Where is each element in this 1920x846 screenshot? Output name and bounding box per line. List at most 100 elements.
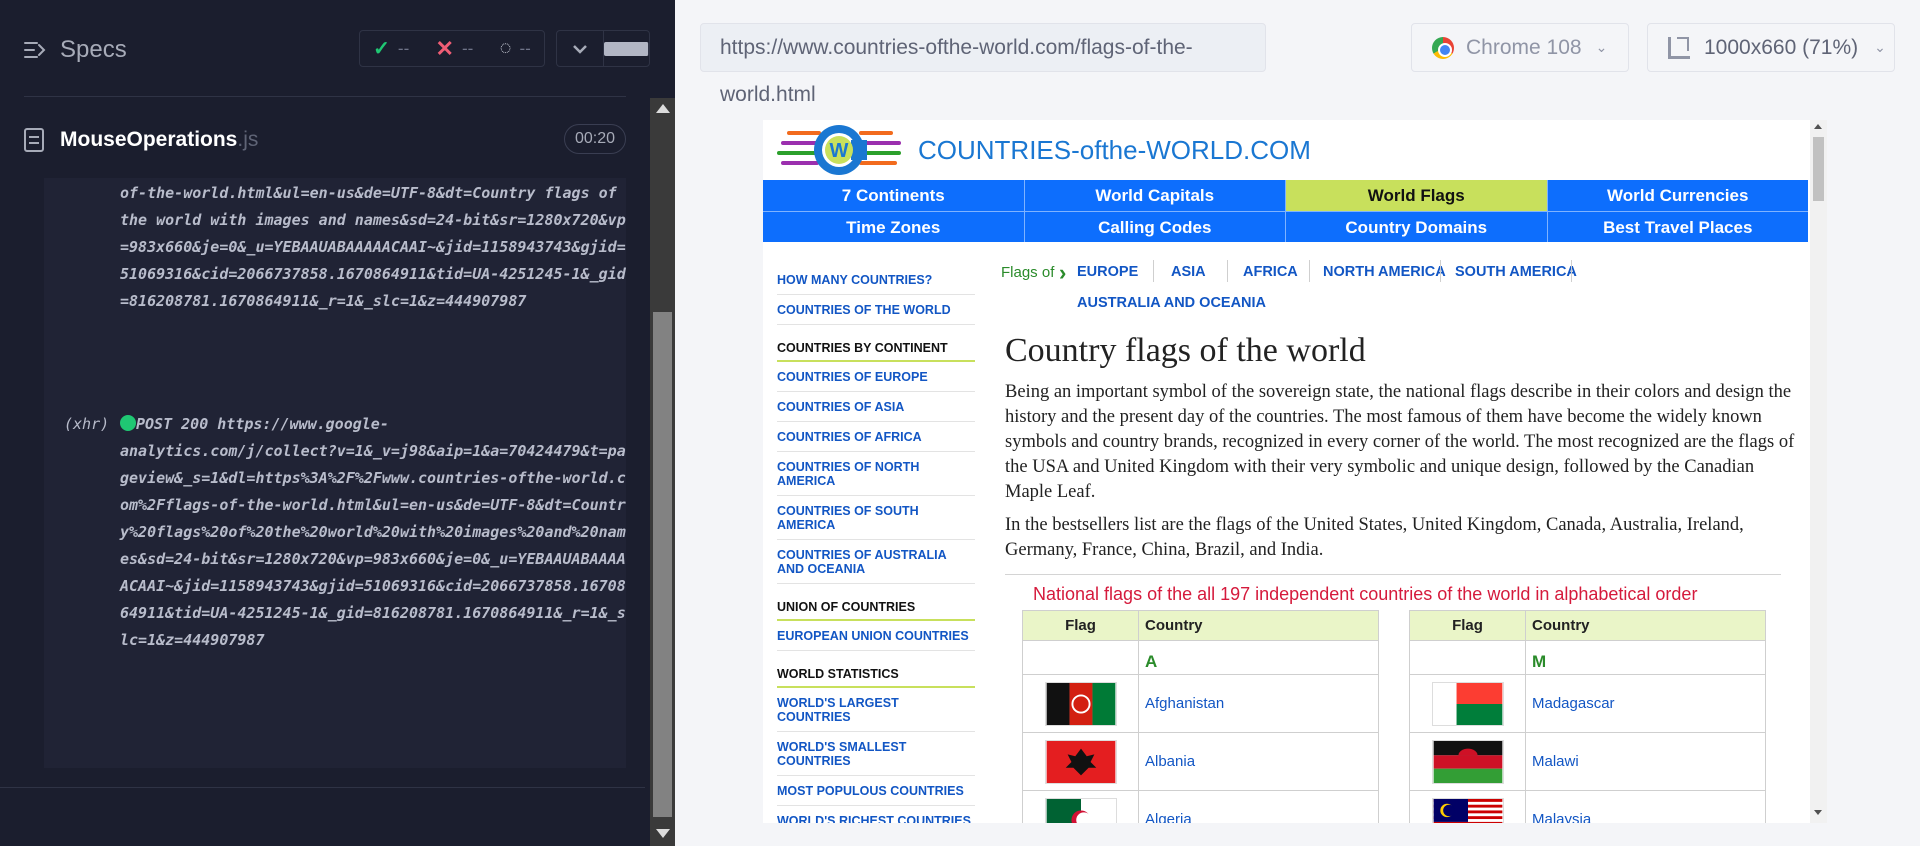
flag-column-header: Flag — [1410, 611, 1526, 640]
scrollbar-thumb[interactable] — [1813, 137, 1824, 201]
sidebar-oceania[interactable]: COUNTRIES OF AUSTRALIA AND OCEANIA — [777, 540, 975, 584]
aut-panel: https://www.countries-ofthe-world.com/fl… — [675, 0, 1920, 846]
nav-separator — [1227, 260, 1228, 282]
flags-nav-south-america[interactable]: SOUTH AMERICA — [1455, 264, 1577, 280]
spec-row[interactable]: MouseOperations.js 00:20 — [0, 112, 640, 168]
specs-button[interactable]: Specs — [24, 36, 127, 64]
scrollbar-thumb[interactable] — [653, 312, 672, 817]
sidebar-europe[interactable]: COUNTRIES OF EUROPE — [777, 362, 975, 392]
country-link[interactable]: Malawi — [1526, 733, 1765, 790]
nav-separator — [1571, 260, 1572, 282]
menu-world-currencies[interactable]: World Currencies — [1548, 180, 1809, 211]
menu-best-travel-places[interactable]: Best Travel Places — [1548, 212, 1809, 242]
country-column-header: Country — [1532, 617, 1590, 634]
url-bar[interactable]: https://www.countries-ofthe-world.com/fl… — [700, 23, 1266, 106]
nav-separator — [1153, 260, 1154, 282]
cross-icon: ✕ — [435, 35, 454, 61]
sidebar-africa[interactable]: COUNTRIES OF AFRICA — [777, 422, 975, 452]
bestsellers-paragraph: In the bestsellers list are the flags of… — [1005, 515, 1744, 560]
albania-flag-icon — [1044, 739, 1117, 784]
site-logo-icon[interactable]: W — [775, 123, 905, 177]
flag-cell — [1023, 675, 1139, 732]
menu-7-continents[interactable]: 7 Continents — [763, 180, 1025, 211]
log-entry-xhr-body: analytics.com/j/collect?v=1&_v=j98&aip=1… — [120, 442, 626, 649]
table-row: Afghanistan — [1023, 675, 1378, 733]
menu-country-domains[interactable]: Country Domains — [1286, 212, 1548, 242]
country-link[interactable]: Malaysia — [1526, 791, 1765, 823]
scroll-up-icon[interactable] — [656, 104, 670, 113]
spec-extension: .js — [237, 128, 259, 151]
site-name[interactable]: COUNTRIES-ofthe-WORLD.COM — [918, 135, 1311, 166]
menu-world-capitals[interactable]: World Capitals — [1025, 180, 1286, 211]
country-link[interactable]: Madagascar — [1526, 675, 1765, 732]
menu-calling-codes[interactable]: Calling Codes — [1025, 212, 1286, 242]
nav-separator — [1440, 260, 1441, 282]
flags-nav-oceania[interactable]: AUSTRALIA AND OCEANIA — [1077, 295, 1266, 311]
sidebar-populous[interactable]: MOST POPULOUS COUNTRIES — [777, 776, 975, 806]
sidebar-smallest[interactable]: WORLD'S SMALLEST COUNTRIES — [777, 732, 975, 776]
chevron-down-button[interactable] — [557, 31, 604, 66]
log-entry-url: of-the-world.html&ul=en-us&de=UTF-8&dt=C… — [120, 184, 626, 310]
country-link[interactable]: Algeria — [1139, 791, 1378, 823]
spinner-icon: ◌ — [499, 37, 512, 59]
browser-selector[interactable]: Chrome 108 ⌄ — [1411, 23, 1629, 72]
sidebar-countries-of-the-world[interactable]: COUNTRIES OF THE WORLD — [777, 295, 975, 325]
log-scrollbar[interactable] — [650, 98, 675, 846]
country-link[interactable]: Afghanistan — [1139, 675, 1378, 732]
passed-count: -- — [397, 38, 410, 58]
flags-of-label: Flags of — [1001, 264, 1055, 281]
flags-nav-asia[interactable]: ASIA — [1171, 264, 1206, 280]
table-row: Malaysia — [1410, 791, 1765, 823]
stop-icon — [603, 41, 649, 56]
specs-label: Specs — [60, 36, 127, 63]
site-sidebar: HOW MANY COUNTRIES? COUNTRIES OF THE WOR… — [777, 265, 975, 823]
flags-nav-africa[interactable]: AFRICA — [1243, 264, 1298, 280]
flag-cell — [1023, 791, 1139, 823]
page-title: Country flags of the world — [1005, 332, 1366, 369]
flags-table-right: Flag Country M Madagascar Malawi Malaysi… — [1409, 610, 1766, 823]
flags-table-left: Flag Country A Afghanistan Albania Alger… — [1022, 610, 1379, 823]
sidebar-how-many-countries[interactable]: HOW MANY COUNTRIES? — [777, 265, 975, 295]
sidebar-north-america[interactable]: COUNTRIES OF NORTH AMERICA — [777, 452, 975, 496]
scroll-down-icon[interactable] — [1814, 810, 1822, 815]
chevron-right-icon: › — [1059, 260, 1067, 285]
svg-text:W: W — [830, 140, 849, 162]
table-row: Algeria — [1023, 791, 1378, 823]
stop-button[interactable] — [603, 31, 649, 66]
table-row: Albania — [1023, 733, 1378, 791]
test-stats: ✓ -- ✕ -- ◌ -- — [359, 30, 545, 67]
content-divider — [1005, 574, 1781, 575]
flag-cell — [1410, 791, 1526, 823]
status-dot-icon — [120, 415, 136, 431]
menu-world-flags[interactable]: World Flags — [1286, 180, 1548, 211]
command-log[interactable]: of-the-world.html&ul=en-us&de=UTF-8&dt=C… — [44, 178, 626, 768]
country-column-header: Country — [1145, 617, 1203, 634]
viewport-zoom: (71%) — [1802, 35, 1859, 59]
letter-heading: M — [1532, 652, 1547, 671]
scroll-down-icon[interactable] — [656, 829, 670, 838]
sidebar-richest[interactable]: WORLD'S RICHEST COUNTRIES — [777, 806, 975, 823]
footer-divider — [0, 787, 645, 788]
table-header: Flag Country — [1410, 611, 1765, 641]
passed-stat: ✓ -- — [373, 36, 409, 61]
country-link[interactable]: Albania — [1139, 733, 1378, 790]
flags-nav-europe[interactable]: EUROPE — [1077, 264, 1138, 280]
afghanistan-flag-icon — [1044, 681, 1117, 726]
sidebar-heading-union: UNION OF COUNTRIES — [777, 584, 975, 621]
scroll-up-icon[interactable] — [1814, 124, 1822, 129]
flag-cell — [1410, 675, 1526, 732]
sidebar-largest[interactable]: WORLD'S LARGEST COUNTRIES — [777, 688, 975, 732]
sidebar-asia[interactable]: COUNTRIES OF ASIA — [777, 392, 975, 422]
spec-filename: MouseOperations — [60, 128, 238, 151]
page-scrollbar[interactable] — [1810, 120, 1827, 823]
document-icon — [24, 128, 44, 152]
main-content: Country flags of the world Being an impo… — [1005, 332, 1805, 563]
flag-column-header: Flag — [1023, 611, 1139, 640]
menu-time-zones[interactable]: Time Zones — [763, 212, 1025, 242]
spec-name: MouseOperations.js — [60, 128, 258, 152]
sidebar-eu[interactable]: EUROPEAN UNION COUNTRIES — [777, 621, 975, 651]
table-row: Malawi — [1410, 733, 1765, 791]
sidebar-south-america[interactable]: COUNTRIES OF SOUTH AMERICA — [777, 496, 975, 540]
flags-nav-north-america[interactable]: NORTH AMERICA — [1323, 264, 1446, 280]
viewport-selector[interactable]: 1000x660 (71%) ⌄ — [1647, 23, 1895, 72]
